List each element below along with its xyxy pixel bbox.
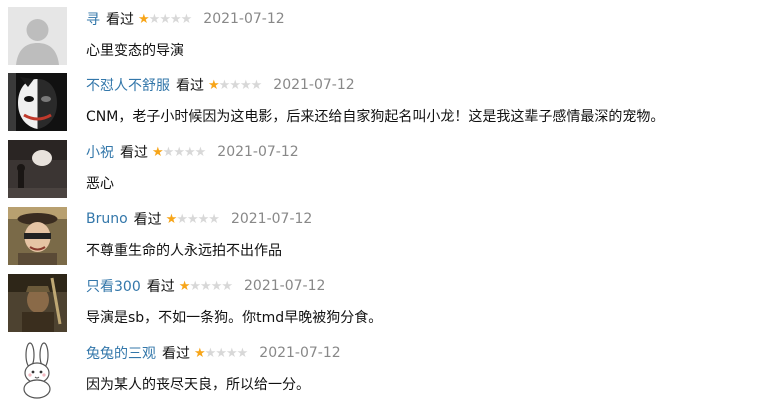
comment-list: 寻 看过 ★★★★★ 2021-07-12 心里变态的导演 不怼人不舒服	[0, 0, 763, 404]
review-item: Bruno 看过 ★ ★ ★ ★ ★ 2021-07-12 不尊重生命的人永远拍不出作品	[0, 200, 763, 266]
comment-text: 不尊重生命的人永远拍不出作品	[86, 243, 282, 259]
star-empty-icon: ★	[162, 144, 175, 160]
review-date: 2021-07-12	[230, 211, 313, 227]
watch-status: 看过	[162, 346, 190, 362]
joker-mask-avatar-icon	[8, 73, 67, 131]
username-link[interactable]: Bruno	[86, 211, 128, 227]
star-empty-icon: ★	[176, 211, 188, 227]
review-meta: 只看300 看过 ★ ★ ★ ★ ★ 2021-07-12	[86, 276, 325, 296]
star-empty-icon: ★	[183, 144, 196, 160]
watch-status: 看过	[120, 145, 148, 161]
review-item: 只看300 看过 ★ ★ ★ ★ ★ 2021-07-12 导演是sb，不如一条狗。你t…	[0, 267, 763, 333]
review-item: 小祝 看过 ★ ★ ★ ★ ★ 2021-07-12 恶心	[0, 133, 763, 199]
default-avatar-icon	[8, 7, 67, 65]
review-date: 2021-07-12	[203, 11, 285, 27]
star-filled-icon: ★	[165, 211, 178, 227]
star-filled-icon: ★	[194, 345, 206, 361]
star-empty-icon: ★	[159, 11, 171, 27]
avatar[interactable]	[8, 274, 67, 332]
star-empty-icon: ★	[197, 211, 210, 227]
rating-stars: ★ ★ ★ ★ ★	[194, 345, 249, 361]
review-meta: 不怼人不舒服 看过 ★ ★ ★ ★ ★ 2021-07-12	[86, 75, 355, 95]
avatar[interactable]	[8, 207, 67, 265]
rabbit-avatar-icon	[8, 341, 67, 399]
star-filled-icon: ★	[208, 77, 220, 93]
comment-text: CNM，老子小时候因为这电影，后来还给自家狗起名叫小龙！这是我这辈子感情最深的宠…	[86, 109, 665, 125]
rating-stars: ★ ★ ★ ★ ★	[152, 144, 207, 160]
star-filled-icon: ★	[138, 11, 150, 27]
woman-hat-avatar-icon	[8, 207, 67, 265]
comment-text: 心里变态的导演	[86, 43, 184, 59]
star-filled-icon: ★	[178, 278, 191, 294]
rating-stars: ★ ★ ★ ★ ★	[165, 211, 220, 227]
star-empty-icon: ★	[218, 77, 231, 93]
warrior-avatar-icon	[8, 274, 67, 332]
review-meta: 寻 看过 ★ ★ ★ ★ ★ 2021-07-12	[86, 9, 285, 29]
comment-text: 恶心	[86, 176, 114, 192]
star-empty-icon: ★	[250, 77, 263, 93]
comment-text: 导演是sb，不如一条狗。你tmd早晚被狗分食。	[86, 310, 383, 326]
review-date: 2021-07-12	[273, 77, 355, 93]
star-empty-icon: ★	[169, 11, 182, 27]
avatar[interactable]	[8, 140, 67, 198]
star-empty-icon: ★	[236, 345, 249, 361]
comment-text: 因为某人的丧尽天良，所以给一分。	[86, 377, 310, 393]
review-meta: 小祝 看过 ★ ★ ★ ★ ★ 2021-07-12	[86, 142, 299, 162]
avatar[interactable]	[8, 341, 67, 399]
watch-status: 看过	[146, 279, 175, 295]
review-date: 2021-07-12	[259, 345, 341, 361]
review-date: 2021-07-12	[244, 278, 326, 294]
star-empty-icon: ★	[148, 11, 161, 27]
review-item: 兔兔的三观 看过 ★ ★ ★ ★ ★ 2021-07-12 因为某人的丧尽天良，所以给一…	[0, 334, 763, 400]
watch-status: 看过	[106, 12, 134, 28]
review-date: 2021-07-12	[217, 144, 299, 160]
star-empty-icon: ★	[194, 144, 207, 160]
star-empty-icon: ★	[200, 278, 212, 294]
star-empty-icon: ★	[186, 211, 199, 227]
star-empty-icon: ★	[229, 77, 241, 93]
star-empty-icon: ★	[180, 11, 193, 27]
review-meta: Bruno 看过 ★ ★ ★ ★ ★ 2021-07-12	[86, 209, 312, 229]
star-filled-icon: ★	[152, 144, 164, 160]
watch-status: 看过	[133, 212, 162, 228]
avatar[interactable]	[8, 7, 67, 65]
star-empty-icon: ★	[204, 345, 217, 361]
username-link[interactable]: 小祝	[86, 142, 114, 162]
username-link[interactable]: 只看300	[86, 276, 141, 296]
star-empty-icon: ★	[173, 144, 185, 160]
rating-stars: ★ ★ ★ ★ ★	[208, 77, 263, 93]
star-empty-icon: ★	[189, 278, 201, 294]
rating-stars: ★ ★ ★ ★ ★	[178, 278, 233, 294]
watch-status: 看过	[176, 78, 204, 94]
dark-scene-avatar-icon	[8, 140, 67, 198]
star-empty-icon: ★	[208, 211, 220, 227]
username-link[interactable]: 不怼人不舒服	[86, 75, 170, 95]
star-empty-icon: ★	[210, 278, 223, 294]
username-link[interactable]: 兔兔的三观	[86, 343, 156, 363]
star-empty-icon: ★	[225, 345, 238, 361]
star-empty-icon: ★	[239, 77, 252, 93]
star-empty-icon: ★	[221, 278, 233, 294]
avatar[interactable]	[8, 73, 67, 131]
rating-stars: ★ ★ ★ ★ ★	[138, 11, 193, 27]
review-meta: 兔兔的三观 看过 ★ ★ ★ ★ ★ 2021-07-12	[86, 343, 341, 363]
username-link[interactable]: 寻	[86, 9, 100, 29]
review-item: 寻 看过 ★ ★ ★ ★ ★ 2021-07-12 心里变态的导演	[0, 0, 763, 66]
star-empty-icon: ★	[215, 345, 227, 361]
review-item: 不怼人不舒服 看过 ★ ★ ★ ★ ★ 2021-07-12 CNM，老子小时候因为这电…	[0, 66, 763, 132]
